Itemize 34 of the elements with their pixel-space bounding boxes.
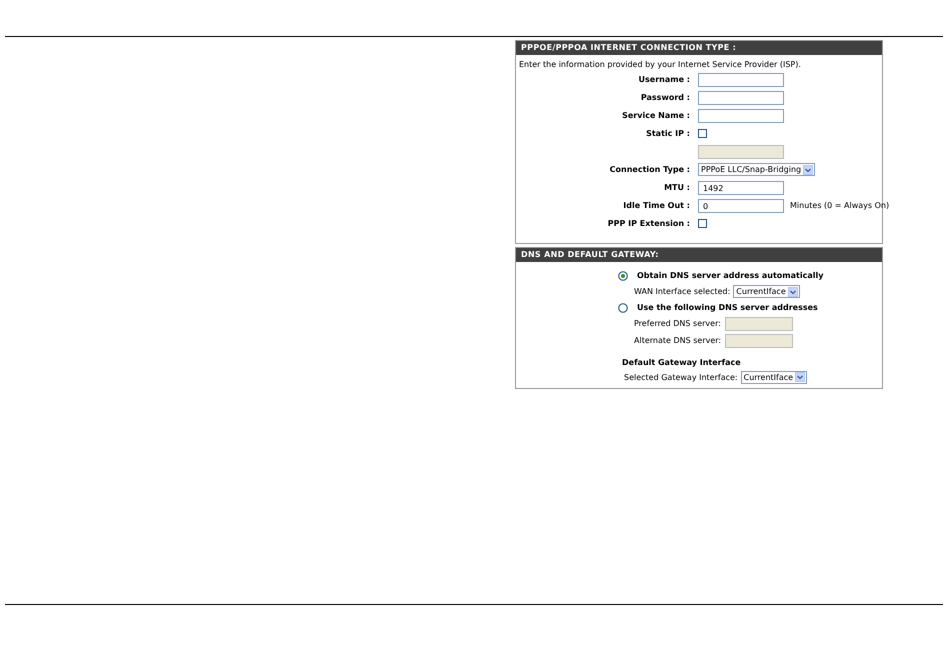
hint-text: Minutes (0 = Always On): [790, 201, 890, 210]
field-label: PPP IP Extension :: [608, 219, 690, 228]
caret-icon: [803, 164, 814, 174]
field-label: Username :: [638, 75, 690, 84]
field-label: Connection Type :: [610, 165, 690, 174]
field-label: Password :: [640, 93, 690, 102]
caret-icon: [795, 372, 806, 382]
radio-label: Use the following DNS server addresses: [637, 303, 818, 312]
input-field[interactable]: [698, 73, 784, 87]
dropdown[interactable]: CurrentIface: [733, 285, 800, 298]
field-label: WAN Interface selected:: [634, 287, 730, 296]
input-field[interactable]: [698, 109, 784, 123]
checkbox[interactable]: [698, 129, 707, 138]
dropdown[interactable]: PPPoE LLC/Snap-Bridging: [698, 163, 816, 176]
field-label: Selected Gateway Interface:: [624, 372, 738, 382]
field-label: Service Name :: [622, 111, 690, 120]
field-label: Static IP :: [646, 129, 690, 138]
input-field[interactable]: 0: [698, 199, 784, 213]
subsection-title: Default Gateway Interface: [621, 357, 742, 369]
radio-button[interactable]: [618, 302, 628, 312]
section-header: DNS AND DEFAULT GATEWAY:: [516, 248, 882, 262]
input-field[interactable]: [698, 91, 784, 105]
radio-button[interactable]: [618, 270, 628, 280]
field-label: Preferred DNS server:: [634, 319, 722, 328]
section-header: PPPOE/PPPOA INTERNET CONNECTION TYPE :: [516, 41, 882, 55]
dropdown[interactable]: CurrentIface: [740, 370, 808, 384]
input-field[interactable]: 1492: [698, 181, 784, 195]
radio-label: Obtain DNS server address automatically: [637, 271, 824, 280]
caret-icon: [788, 286, 798, 296]
checkbox[interactable]: [698, 219, 707, 228]
field-label: MTU :: [664, 183, 690, 192]
field-label: Alternate DNS server:: [634, 336, 722, 345]
field-label: Idle Time Out :: [623, 201, 690, 210]
intro-text: Enter the information provided by your Internet Service Provider (ISP).: [518, 59, 802, 71]
